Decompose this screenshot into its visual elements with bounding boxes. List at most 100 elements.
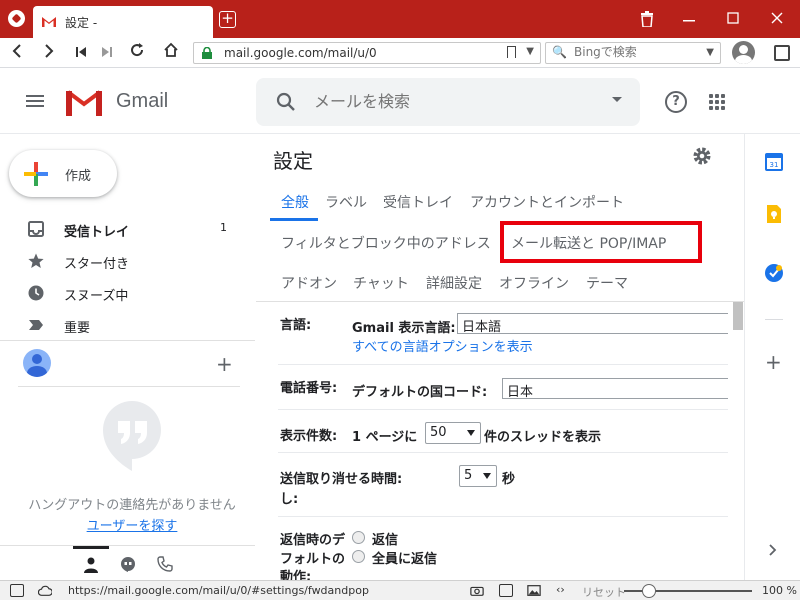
select-arrow-icon [467, 430, 475, 436]
browser-search-box[interactable]: 🔍 ▼ [545, 42, 721, 64]
tab-advanced[interactable]: 詳細設定 [426, 273, 482, 293]
help-icon[interactable]: ? [665, 91, 687, 113]
settings-scrollbar[interactable] [731, 302, 744, 580]
scrollbar-thumb[interactable] [733, 302, 743, 330]
reply-all-radio[interactable] [352, 550, 365, 563]
hangouts-avatar[interactable] [23, 349, 51, 377]
undo-send-label-line2: し: [280, 492, 299, 507]
undo-send-label: 送信取り消せる時間: [280, 472, 403, 487]
tab-chat[interactable]: チャット [353, 273, 409, 293]
hangouts-bottom-bar [0, 545, 255, 580]
cloud-icon[interactable] [38, 584, 52, 597]
tab-accounts-import[interactable]: アカウントとインポート [470, 192, 624, 212]
gmail-logo-icon[interactable] [66, 88, 102, 116]
new-tab-button[interactable]: + [219, 11, 236, 28]
sidebar-item-label: 受信トレイ [64, 225, 130, 240]
tasks-icon[interactable] [765, 264, 783, 282]
hangouts-divider [18, 386, 240, 387]
tab-themes[interactable]: テーマ [586, 273, 628, 293]
compose-label: 作成 [65, 169, 92, 184]
search-dropdown-icon[interactable]: ▼ [706, 47, 714, 58]
gear-icon[interactable] [692, 146, 712, 166]
expand-panel-icon[interactable] [769, 544, 777, 556]
image-icon[interactable] [527, 584, 541, 597]
undo-send-value: 5 [464, 468, 473, 483]
tab-filters-blocked[interactable]: フィルタとブロック中のアドレス [281, 233, 491, 253]
vivaldi-logo-icon[interactable] [8, 10, 25, 27]
window-icon[interactable] [499, 584, 513, 597]
language-select[interactable]: 日本語 [457, 313, 728, 335]
tab-inbox[interactable]: 受信トレイ [383, 192, 453, 212]
maximize-button[interactable] [722, 8, 744, 30]
gmail-header: Gmail ? [0, 68, 800, 134]
url-text: mail.google.com/mail/u/0 [224, 46, 377, 60]
page-title: 設定 [273, 149, 313, 173]
lock-icon [202, 47, 212, 59]
fast-forward-icon[interactable] [96, 42, 118, 64]
sidebar-divider [0, 340, 255, 341]
add-contact-icon[interactable]: + [216, 352, 233, 376]
search-icon[interactable] [274, 90, 298, 114]
camera-icon[interactable] [470, 584, 484, 597]
url-dropdown-icon[interactable]: ▼ [526, 46, 534, 57]
minimize-button[interactable] [678, 8, 700, 30]
close-window-button[interactable] [766, 8, 788, 30]
sidebar-item-label: スター付き [64, 257, 130, 272]
undo-send-select[interactable]: 5 [459, 465, 497, 487]
mail-search-input[interactable] [314, 92, 574, 111]
page-size-suffix: 件のスレッドを表示 [484, 430, 602, 445]
zoom-reset-link[interactable]: リセット [582, 584, 626, 600]
tab-labels[interactable]: ラベル [325, 192, 367, 212]
zoom-level: 100 % [762, 584, 797, 597]
home-icon[interactable] [160, 42, 182, 64]
phone-tab[interactable] [147, 546, 183, 580]
bookmark-icon[interactable] [507, 46, 516, 58]
add-addon-icon[interactable]: + [765, 350, 782, 374]
all-language-options-link[interactable]: すべての言語オプションを表示 [352, 336, 533, 355]
apps-grid-icon[interactable] [709, 94, 725, 110]
search-engine-icon[interactable]: 🔍 [552, 45, 567, 59]
sidebar-item-snoozed[interactable]: スヌーズ中 [0, 277, 255, 309]
phone-label: 電話番号: [280, 381, 338, 396]
trash-icon[interactable] [636, 8, 658, 30]
code-icon[interactable]: ‹› [556, 583, 565, 596]
tab-addons[interactable]: アドオン [281, 273, 337, 293]
find-users-link[interactable]: ユーザーを探す [0, 515, 264, 534]
address-bar[interactable]: mail.google.com/mail/u/0 ▼ [193, 42, 541, 64]
keep-icon[interactable] [765, 205, 783, 223]
reload-icon[interactable] [126, 42, 148, 64]
panel-toggle-icon[interactable] [774, 45, 790, 61]
browser-search-input[interactable] [574, 45, 694, 59]
rewind-icon[interactable] [70, 42, 92, 64]
conversations-tab[interactable] [110, 546, 146, 580]
country-code-select[interactable]: 日本 [502, 378, 728, 400]
search-options-icon[interactable] [612, 97, 622, 102]
reply-radio[interactable] [352, 531, 365, 544]
sidebar-item-inbox[interactable]: 受信トレイ 1 [0, 213, 255, 245]
important-icon [29, 320, 43, 330]
tab-offline[interactable]: オフライン [499, 273, 569, 293]
reply-behavior-label-line3: 動作: [280, 570, 312, 580]
main-menu-icon[interactable] [26, 95, 44, 107]
page-size-select[interactable]: 50 [425, 422, 481, 444]
inbox-icon [28, 221, 44, 237]
sidebar-item-important[interactable]: 重要 [0, 309, 255, 341]
language-label: 言語: [280, 318, 312, 333]
tab-general[interactable]: 全般 [281, 192, 309, 212]
back-icon[interactable] [6, 42, 28, 64]
panel-icon[interactable] [10, 584, 24, 597]
svg-text:31: 31 [770, 161, 779, 169]
calendar-icon[interactable]: 31 [765, 153, 783, 171]
sidebar-item-label: スヌーズ中 [64, 289, 129, 304]
browser-tab[interactable]: 設定 - [33, 6, 213, 38]
compose-button[interactable]: 作成 [9, 150, 117, 197]
mail-search-bar[interactable] [256, 78, 640, 126]
unread-count: 1 [220, 221, 227, 234]
contacts-tab[interactable] [73, 546, 109, 580]
sidebar-item-starred[interactable]: スター付き [0, 245, 255, 277]
zoom-slider-handle[interactable] [642, 584, 656, 598]
clock-icon [28, 285, 44, 301]
profile-icon[interactable] [732, 41, 755, 64]
forward-icon[interactable] [38, 42, 60, 64]
compose-plus-icon [24, 162, 48, 186]
